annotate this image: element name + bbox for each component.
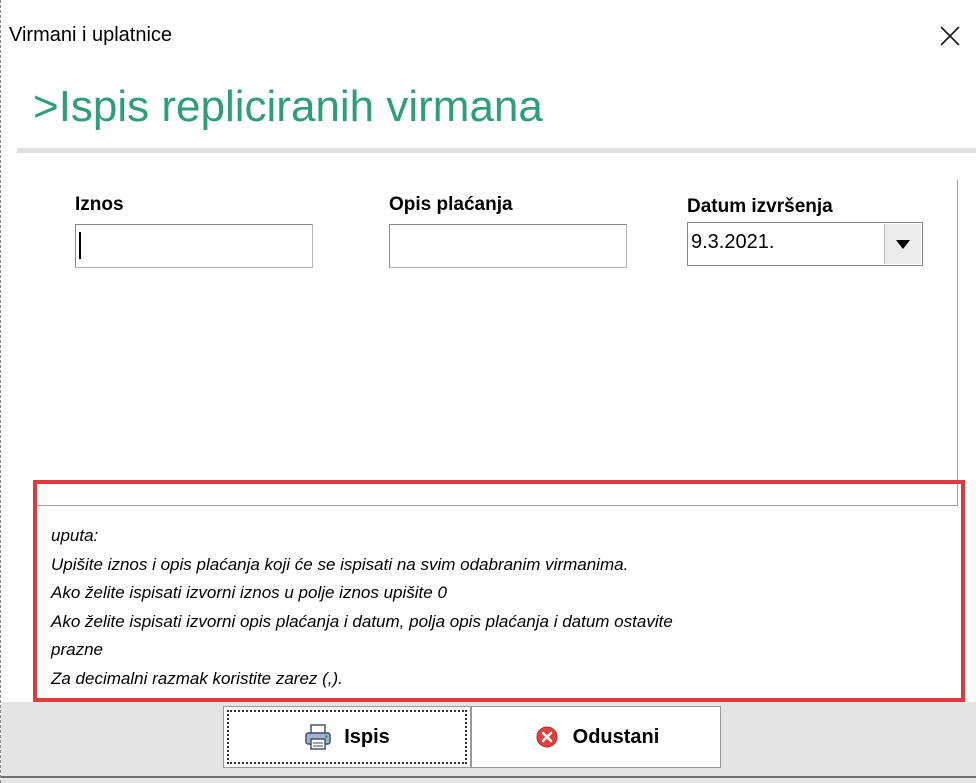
opis-placanja-label: Opis plaćanja	[389, 194, 513, 215]
window-title: Virmani i uplatnice	[9, 24, 173, 46]
text-caret	[79, 232, 81, 259]
instructions-line: prazne	[51, 640, 103, 659]
dialog-window: Virmani i uplatnice >Ispis repliciranih …	[0, 0, 976, 783]
odustani-button-label: Odustani	[572, 725, 660, 748]
title-bar: Virmani i uplatnice	[1, 0, 976, 76]
iznos-label: Iznos	[75, 194, 124, 215]
instructions-line: Ako želite ispisati izvorni opis plaćanj…	[51, 611, 673, 631]
datum-izvrsenja-value: 9.3.2021.	[691, 231, 775, 253]
instructions-line: Upišite iznos i opis plaćanja koji će se…	[51, 554, 629, 574]
cancel-circle-icon	[533, 723, 561, 751]
printer-icon	[304, 723, 332, 751]
close-icon	[940, 26, 960, 46]
instructions-line: Ako želite ispisati izvorni iznos u polj…	[51, 583, 447, 602]
datum-izvrsenja-select[interactable]: 9.3.2021.	[687, 222, 923, 266]
close-button[interactable]	[923, 8, 976, 64]
page-heading: >Ispis repliciranih virmana	[33, 82, 543, 131]
odustani-button[interactable]: Odustani	[471, 706, 721, 768]
instructions-line: Za decimalni razmak koristite zarez (,).	[51, 668, 343, 688]
instructions-line: uputa:	[51, 526, 99, 545]
ispis-button[interactable]: Ispis	[223, 706, 471, 768]
ispis-button-label: Ispis	[344, 725, 390, 748]
form-area-border-right	[957, 180, 958, 506]
datum-izvrsenja-label: Datum izvršenja	[687, 196, 833, 217]
datum-dropdown-button[interactable]	[884, 224, 921, 264]
chevron-down-icon	[896, 239, 910, 249]
instructions-text: uputa: Upišite iznos i opis plaćanja koj…	[51, 522, 673, 693]
iznos-input[interactable]	[75, 224, 313, 268]
opis-placanja-input[interactable]	[389, 224, 627, 268]
window-bottom-edge	[1, 776, 976, 778]
